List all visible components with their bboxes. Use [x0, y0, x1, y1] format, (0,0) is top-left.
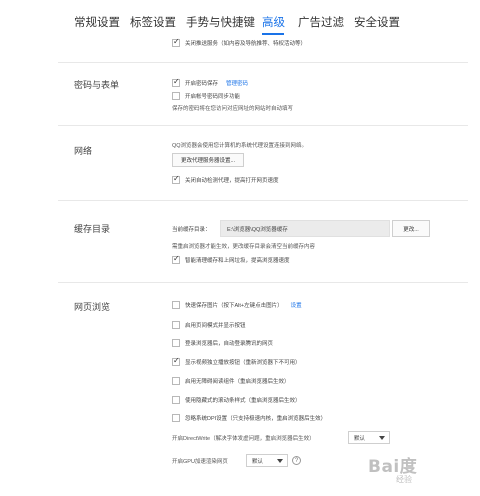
option-disable-push[interactable]: 关闭推送服务（如内容及导航推荐、特权活动等） — [172, 37, 306, 49]
divider — [58, 125, 468, 126]
option-auto-login[interactable]: 登录浏览器后，自动登录腾讯的网页 — [172, 337, 273, 349]
section-title-network: 网络 — [74, 146, 93, 156]
tab-general[interactable]: 常规设置 — [74, 14, 120, 30]
network-description: QQ浏览器会使用您计算机的系统代理设置连接到网络。 — [172, 143, 308, 149]
checkbox[interactable] — [172, 301, 180, 309]
baidu-watermark: Bai度 经验 — [368, 452, 464, 488]
option-label: 快速保存图片（按下Alt+左键点击图片） — [185, 303, 283, 309]
checkbox[interactable] — [172, 254, 180, 264]
option-label: 智能清理缓存和上网垃圾，提高浏览器速度 — [185, 258, 290, 264]
password-note: 保存的密码将在您访问对应网址的网站时自动填写 — [172, 106, 294, 112]
checkbox[interactable] — [172, 77, 180, 87]
option-label: 启用无障碍阅读组件（重启浏览器后生效） — [185, 379, 290, 385]
gpu-value: 默认 — [252, 458, 264, 465]
option-disable-proxy-detect[interactable]: 关闭自动检测代理，提高打开网页速度 — [172, 174, 279, 186]
checkbox[interactable] — [172, 37, 180, 47]
gpu-select[interactable]: 默认 — [246, 454, 288, 467]
checkbox[interactable] — [172, 92, 180, 100]
option-label: 使用隐藏式的滚动条样式（重启浏览器后生效） — [185, 398, 301, 404]
chevron-down-icon — [277, 459, 283, 463]
cache-path-label: 当前缓存目录： — [172, 227, 211, 233]
option-label: 开启帐号密码同步功能 — [185, 94, 241, 100]
checkbox[interactable] — [172, 321, 180, 329]
option-video-button[interactable]: 显示视频独立播放按钮（重新浏览器下不可用） — [172, 356, 301, 368]
option-password-sync[interactable]: 开启帐号密码同步功能 — [172, 90, 240, 102]
cache-path-field: E:\浏览器\QQ浏览器缓存 — [220, 220, 390, 237]
option-quick-save-image[interactable]: 快速保存图片（按下Alt+左键点击图片） 设置 — [172, 299, 302, 311]
tab-security[interactable]: 安全设置 — [354, 14, 400, 30]
manage-passwords-link[interactable]: 管理密码 — [226, 79, 248, 87]
option-save-password[interactable]: 开启密码保存 管理密码 — [172, 77, 248, 89]
cache-note: 需重启浏览器才能生效，更改缓存目录会清空当前缓存内容 — [172, 244, 316, 250]
quick-save-settings-link[interactable]: 设置 — [291, 301, 302, 309]
section-title-browsing: 网页浏览 — [74, 302, 111, 312]
option-smart-clean[interactable]: 智能清理缓存和上网垃圾，提高浏览器速度 — [172, 254, 290, 266]
checkbox[interactable] — [172, 396, 180, 404]
divider — [58, 282, 468, 283]
active-tab-indicator — [262, 33, 284, 35]
checkbox[interactable] — [172, 377, 180, 385]
section-title-password: 密码与表单 — [74, 80, 120, 90]
directwrite-value: 默认 — [354, 435, 366, 442]
checkbox[interactable] — [172, 174, 180, 184]
section-title-cache: 缓存目录 — [74, 224, 111, 234]
change-cache-dir-button[interactable]: 更改... — [392, 220, 430, 237]
proxy-settings-button[interactable]: 更改代理服务器设置... — [172, 153, 244, 167]
tab-advanced[interactable]: 高级 — [262, 14, 285, 30]
checkbox[interactable] — [172, 356, 180, 366]
directwrite-label: 开启DirectWrite（解决字体发虚问题，重启浏览器后生效） — [172, 436, 315, 442]
option-label: 开启密码保存 — [185, 81, 219, 87]
option-label: 登录浏览器后，自动登录腾讯的网页 — [185, 341, 274, 347]
tab-gestures-shortcuts[interactable]: 手势与快捷键 — [186, 14, 255, 30]
chevron-down-icon — [379, 436, 385, 440]
tab-tabs[interactable]: 标签设置 — [130, 14, 176, 30]
watermark-sub: 经验 — [396, 475, 412, 484]
tab-ad-filter[interactable]: 广告过滤 — [298, 14, 344, 30]
option-label: 关闭推送服务（如内容及导航推荐、特权活动等） — [185, 41, 307, 47]
checkbox[interactable] — [172, 414, 180, 422]
option-page-mode[interactable]: 启用页间模式并显示按钮 — [172, 319, 246, 331]
help-icon[interactable]: ? — [292, 456, 301, 465]
divider — [58, 200, 468, 201]
checkbox[interactable] — [172, 339, 180, 347]
option-accessibility[interactable]: 启用无障碍阅读组件（重启浏览器后生效） — [172, 375, 290, 387]
option-label: 显示视频独立播放按钮（重新浏览器下不可用） — [185, 360, 301, 366]
directwrite-select[interactable]: 默认 — [348, 431, 390, 444]
option-label: 忽略系统DPI设置（只支持极速内核，重启浏览器后生效） — [185, 416, 327, 422]
option-hidden-scrollbar[interactable]: 使用隐藏式的滚动条样式（重启浏览器后生效） — [172, 394, 301, 406]
option-label: 启用页间模式并显示按钮 — [185, 323, 246, 329]
divider — [58, 62, 468, 63]
option-ignore-dpi[interactable]: 忽略系统DPI设置（只支持极速内核，重启浏览器后生效） — [172, 412, 326, 424]
option-label: 关闭自动检测代理，提高打开网页速度 — [185, 178, 279, 184]
gpu-label: 开启GPU加速渲染网页 — [172, 459, 228, 465]
